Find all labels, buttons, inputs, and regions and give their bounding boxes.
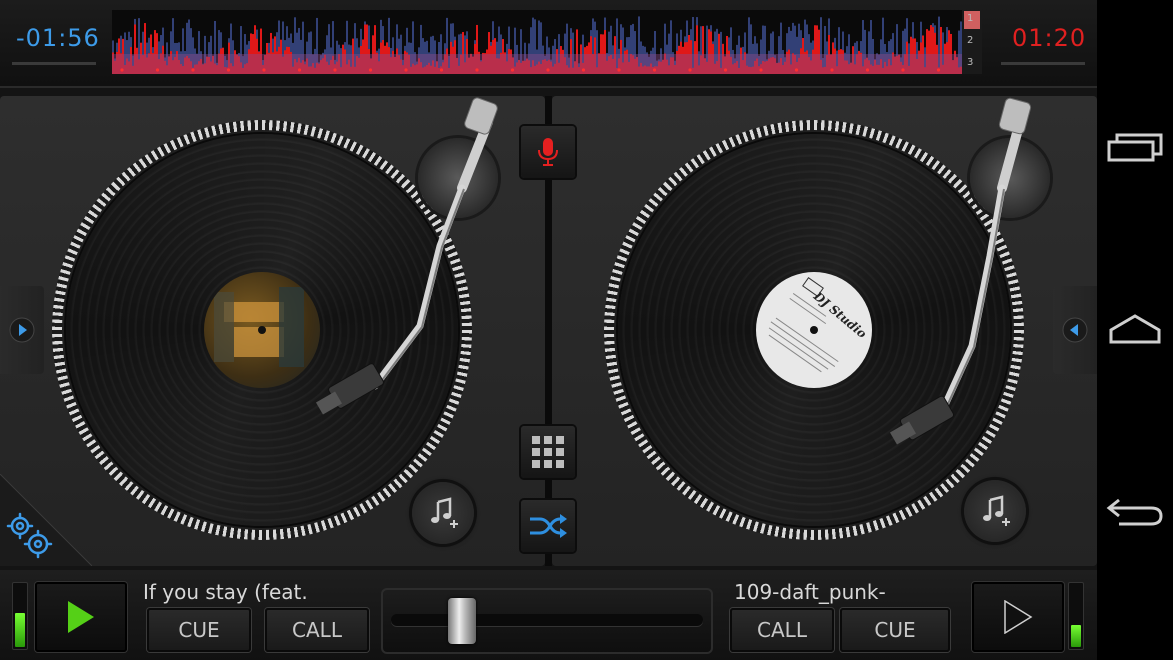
- left-track-name: If you stay (feat.: [143, 580, 308, 604]
- left-cue-button[interactable]: CUE: [147, 608, 251, 652]
- crossfader[interactable]: [381, 588, 713, 654]
- waveform-display[interactable]: 1 2 3: [112, 10, 982, 74]
- right-time: 01:20: [1012, 24, 1087, 52]
- right-time-underline: [1001, 62, 1085, 65]
- left-call-button[interactable]: CALL: [265, 608, 369, 652]
- back-icon: [1106, 498, 1163, 526]
- left-deck: [0, 96, 545, 566]
- right-deck: DJ Studio: [552, 96, 1097, 566]
- play-icon: [1004, 600, 1033, 634]
- arrow-right-icon: [9, 317, 35, 343]
- sampler-button[interactable]: [521, 426, 575, 478]
- recent-apps-icon: [1107, 133, 1163, 162]
- top-bar: -01:56 1 2 3 01:20: [0, 0, 1097, 88]
- left-add-music-button[interactable]: [412, 482, 474, 544]
- right-tonearm[interactable]: [852, 96, 1092, 466]
- music-note-add-icon: [983, 495, 1010, 526]
- marker-2[interactable]: 2: [967, 35, 973, 46]
- marker-3[interactable]: 3: [967, 57, 973, 68]
- dj-app: -01:56 1 2 3 01:20 DJ Studio If you stay…: [0, 0, 1097, 660]
- left-play-button[interactable]: [35, 582, 127, 652]
- right-play-button[interactable]: [972, 582, 1064, 652]
- crossfader-track: [391, 614, 703, 626]
- play-icon: [68, 601, 94, 633]
- microphone-icon: [538, 138, 558, 166]
- waveform-graph: [112, 16, 962, 74]
- waveform-marker-panel: 1 2 3: [962, 10, 982, 74]
- left-time-underline: [12, 62, 96, 65]
- left-level-fill: [15, 613, 25, 647]
- music-note-add-icon: [431, 497, 458, 528]
- right-level-meter: [1068, 582, 1084, 650]
- left-time: -01:56: [16, 24, 100, 52]
- right-add-music-button[interactable]: [964, 480, 1026, 542]
- shuffle-icon: [530, 514, 567, 538]
- crossfader-knob[interactable]: [447, 598, 476, 644]
- home-button[interactable]: [1097, 284, 1173, 374]
- left-side-panel-toggle[interactable]: [0, 286, 44, 374]
- marker-1[interactable]: 1: [967, 13, 973, 24]
- left-tonearm[interactable]: [290, 96, 530, 446]
- home-icon: [1109, 314, 1161, 344]
- arrow-left-icon: [1062, 317, 1088, 343]
- right-track-name: 109-daft_punk-: [734, 580, 886, 604]
- right-side-panel-toggle[interactable]: [1053, 286, 1097, 374]
- right-level-fill: [1071, 625, 1081, 647]
- left-level-meter: [12, 582, 28, 650]
- recent-apps-button[interactable]: [1097, 102, 1173, 192]
- grid-icon: [532, 436, 564, 468]
- settings-button[interactable]: [0, 474, 92, 566]
- shuffle-button[interactable]: [521, 500, 575, 552]
- record-button[interactable]: [521, 126, 575, 178]
- right-cue-button[interactable]: CUE: [840, 608, 950, 652]
- system-nav-bar: [1097, 0, 1173, 660]
- right-call-button[interactable]: CALL: [730, 608, 834, 652]
- back-button[interactable]: [1097, 466, 1173, 556]
